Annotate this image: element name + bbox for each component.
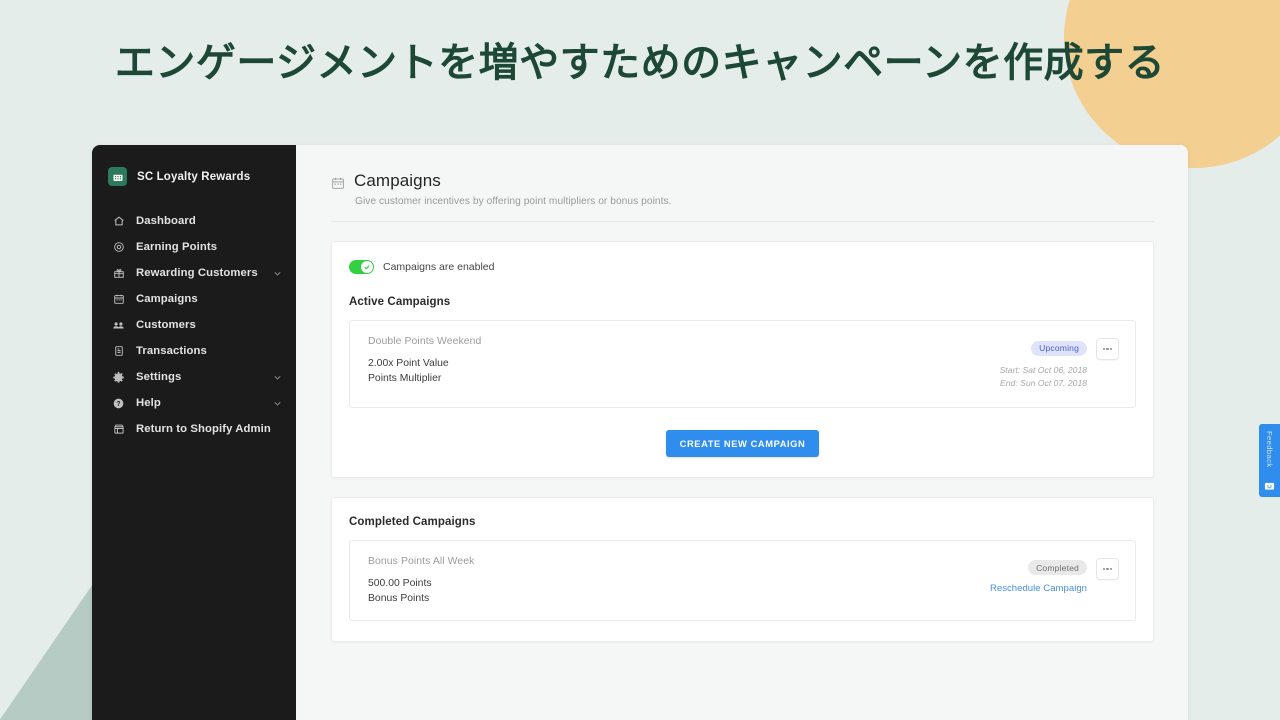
calendar-icon bbox=[112, 293, 125, 306]
status-badge: Upcoming bbox=[1031, 340, 1087, 356]
campaign-row-completed[interactable]: Bonus Points All Week 500.00 Points Bonu… bbox=[349, 539, 1136, 621]
gear-icon bbox=[112, 371, 125, 384]
campaign-value: 500.00 Points bbox=[368, 577, 432, 589]
campaign-status-stack: Upcoming Start: Sat Oct 06, 2018 End: Su… bbox=[1000, 338, 1087, 391]
sidebar-label: Rewarding Customers bbox=[136, 267, 258, 279]
sidebar-label: Dashboard bbox=[136, 215, 196, 227]
active-campaigns-card: Campaigns are enabled Active Campaigns D… bbox=[331, 241, 1154, 478]
store-icon bbox=[112, 423, 125, 436]
sidebar-label: Settings bbox=[136, 371, 182, 383]
sidebar-label: Customers bbox=[136, 319, 196, 331]
active-campaigns-title: Active Campaigns bbox=[349, 296, 451, 308]
campaign-meta: Upcoming Start: Sat Oct 06, 2018 End: Su… bbox=[1000, 336, 1119, 391]
campaign-type: Points Multiplier bbox=[368, 373, 442, 384]
toggle-label: Campaigns are enabled bbox=[383, 261, 495, 273]
sidebar-item-return-to-shopify-admin[interactable]: Return to Shopify Admin bbox=[92, 416, 296, 442]
app-window: SC Loyalty Rewards Dashboard Earning Poi… bbox=[92, 145, 1188, 720]
sidebar-item-transactions[interactable]: Transactions bbox=[92, 338, 296, 364]
feedback-chat-icon bbox=[1264, 481, 1275, 492]
campaign-details: Bonus Points All Week 500.00 Points Bonu… bbox=[368, 556, 990, 604]
campaign-details: Double Points Weekend 2.00x Point Value … bbox=[368, 336, 1000, 384]
slide-headline: エンゲージメントを増やすためのキャンペーンを作成する bbox=[114, 41, 1166, 85]
sidebar-item-earning-points[interactable]: Earning Points bbox=[92, 234, 296, 260]
brand-header[interactable]: SC Loyalty Rewards bbox=[92, 159, 296, 196]
people-icon bbox=[112, 319, 125, 332]
feedback-tab[interactable]: Feedback bbox=[1259, 424, 1280, 497]
main-content: Campaigns Give customer incentives by of… bbox=[296, 145, 1188, 720]
sidebar-item-customers[interactable]: Customers bbox=[92, 312, 296, 338]
help-circle-icon: ? bbox=[112, 397, 125, 410]
page-header: Campaigns bbox=[331, 171, 1154, 191]
sidebar-item-dashboard[interactable]: Dashboard bbox=[92, 208, 296, 234]
sidebar-item-campaigns[interactable]: Campaigns bbox=[92, 286, 296, 312]
create-campaign-row: CREATE NEW CAMPAIGN bbox=[349, 429, 1136, 457]
campaign-type: Bonus Points bbox=[368, 592, 430, 604]
chevron-down-icon[interactable] bbox=[273, 373, 282, 382]
page-subtitle: Give customer incentives by offering poi… bbox=[355, 196, 672, 207]
check-icon bbox=[364, 265, 370, 270]
svg-text:?: ? bbox=[116, 401, 120, 408]
decorative-triangle bbox=[0, 580, 96, 720]
feedback-label: Feedback bbox=[1265, 431, 1274, 468]
campaign-dates: Start: Sat Oct 06, 2018 End: Sun Oct 07,… bbox=[1000, 364, 1087, 391]
kebab-menu-icon[interactable] bbox=[1096, 557, 1119, 580]
status-badge: Completed bbox=[1028, 560, 1087, 576]
completed-campaigns-title: Completed Campaigns bbox=[349, 515, 476, 528]
sidebar-label: Earning Points bbox=[136, 241, 218, 253]
chevron-down-icon[interactable] bbox=[273, 399, 282, 408]
sidebar-nav: Dashboard Earning Points Rewarding Custo… bbox=[92, 208, 296, 442]
campaigns-enabled-toggle[interactable] bbox=[349, 260, 374, 274]
slide-canvas: エンゲージメントを増やすためのキャンペーンを作成する SC Loyalty Re… bbox=[0, 0, 1280, 720]
calendar-icon bbox=[331, 176, 345, 190]
campaign-meta: Completed Reschedule Campaign bbox=[990, 556, 1119, 594]
sidebar: SC Loyalty Rewards Dashboard Earning Poi… bbox=[92, 145, 296, 720]
campaign-row-active[interactable]: Double Points Weekend 2.00x Point Value … bbox=[349, 320, 1136, 408]
sidebar-item-rewarding-customers[interactable]: Rewarding Customers bbox=[92, 260, 296, 286]
sidebar-label: Help bbox=[136, 397, 161, 409]
sidebar-label: Transactions bbox=[136, 345, 207, 357]
campaigns-enabled-row: Campaigns are enabled bbox=[349, 260, 1136, 274]
sidebar-item-settings[interactable]: Settings bbox=[92, 364, 296, 390]
header-divider bbox=[331, 221, 1154, 222]
brand-name: SC Loyalty Rewards bbox=[137, 170, 251, 183]
home-icon bbox=[112, 215, 125, 228]
sidebar-label: Return to Shopify Admin bbox=[136, 423, 271, 435]
page-title: Campaigns bbox=[354, 171, 441, 190]
campaign-name: Bonus Points All Week bbox=[368, 555, 475, 567]
reschedule-campaign-link[interactable]: Reschedule Campaign bbox=[990, 583, 1087, 594]
campaign-start-date: Start: Sat Oct 06, 2018 bbox=[999, 365, 1087, 375]
chevron-down-icon[interactable] bbox=[273, 269, 282, 278]
campaign-status-stack: Completed Reschedule Campaign bbox=[990, 558, 1087, 594]
calendar-app-logo-icon bbox=[108, 167, 127, 186]
target-icon bbox=[112, 241, 125, 254]
sidebar-item-help[interactable]: ? Help bbox=[92, 390, 296, 416]
receipt-icon bbox=[112, 345, 125, 358]
campaign-end-date: End: Sun Oct 07, 2018 bbox=[1000, 378, 1087, 389]
campaign-value: 2.00x Point Value bbox=[368, 358, 449, 369]
completed-campaigns-card: Completed Campaigns Bonus Points All Wee… bbox=[331, 496, 1154, 642]
gift-icon bbox=[112, 267, 125, 280]
sidebar-label: Campaigns bbox=[136, 293, 198, 305]
kebab-menu-icon[interactable] bbox=[1096, 338, 1119, 360]
toggle-knob bbox=[361, 261, 373, 273]
create-new-campaign-button[interactable]: CREATE NEW CAMPAIGN bbox=[665, 429, 820, 457]
campaign-name: Double Points Weekend bbox=[368, 336, 482, 347]
